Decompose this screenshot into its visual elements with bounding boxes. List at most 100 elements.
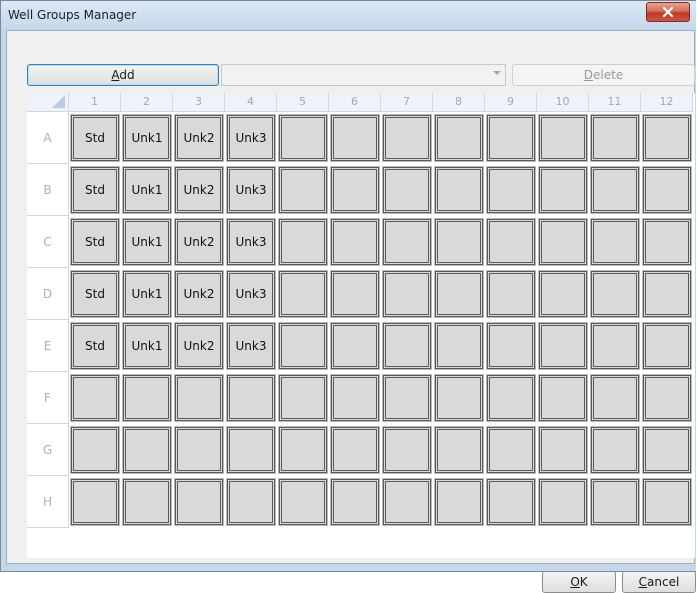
well-G5[interactable] <box>278 426 328 474</box>
well-G8[interactable] <box>434 426 484 474</box>
well-H5[interactable] <box>278 478 328 526</box>
well-E4[interactable]: Unk3 <box>226 322 276 370</box>
title-bar[interactable]: Well Groups Manager <box>1 1 696 31</box>
well-G10[interactable] <box>538 426 588 474</box>
well-E9[interactable] <box>486 322 536 370</box>
well-E11[interactable] <box>590 322 640 370</box>
well-B7[interactable] <box>382 166 432 214</box>
well-F6[interactable] <box>330 374 380 422</box>
well-A2[interactable]: Unk1 <box>122 114 172 162</box>
well-B6[interactable] <box>330 166 380 214</box>
well-B11[interactable] <box>590 166 640 214</box>
well-B10[interactable] <box>538 166 588 214</box>
well-A12[interactable] <box>642 114 692 162</box>
well-C7[interactable] <box>382 218 432 266</box>
delete-button[interactable]: Delete <box>512 64 695 86</box>
plate-corner-select-all[interactable] <box>27 93 69 112</box>
well-E10[interactable] <box>538 322 588 370</box>
column-header-10[interactable]: 10 <box>537 93 589 112</box>
close-button[interactable] <box>646 2 690 22</box>
well-F7[interactable] <box>382 374 432 422</box>
cancel-button[interactable]: Cancel <box>622 571 696 593</box>
well-F10[interactable] <box>538 374 588 422</box>
well-D8[interactable] <box>434 270 484 318</box>
well-A10[interactable] <box>538 114 588 162</box>
well-B12[interactable] <box>642 166 692 214</box>
well-F12[interactable] <box>642 374 692 422</box>
well-C1[interactable]: Std <box>70 218 120 266</box>
well-D7[interactable] <box>382 270 432 318</box>
well-C3[interactable]: Unk2 <box>174 218 224 266</box>
well-C5[interactable] <box>278 218 328 266</box>
well-B9[interactable] <box>486 166 536 214</box>
well-D6[interactable] <box>330 270 380 318</box>
row-header-B[interactable]: B <box>27 164 69 216</box>
well-E8[interactable] <box>434 322 484 370</box>
column-header-5[interactable]: 5 <box>277 93 329 112</box>
well-C6[interactable] <box>330 218 380 266</box>
well-D1[interactable]: Std <box>70 270 120 318</box>
well-A7[interactable] <box>382 114 432 162</box>
well-C8[interactable] <box>434 218 484 266</box>
well-E7[interactable] <box>382 322 432 370</box>
well-A3[interactable]: Unk2 <box>174 114 224 162</box>
well-F1[interactable] <box>70 374 120 422</box>
well-F2[interactable] <box>122 374 172 422</box>
column-header-6[interactable]: 6 <box>329 93 381 112</box>
well-E2[interactable]: Unk1 <box>122 322 172 370</box>
well-B5[interactable] <box>278 166 328 214</box>
well-H6[interactable] <box>330 478 380 526</box>
well-D11[interactable] <box>590 270 640 318</box>
column-header-9[interactable]: 9 <box>485 93 537 112</box>
well-G4[interactable] <box>226 426 276 474</box>
well-H1[interactable] <box>70 478 120 526</box>
well-A5[interactable] <box>278 114 328 162</box>
chevron-down-icon[interactable] <box>493 71 501 75</box>
well-G6[interactable] <box>330 426 380 474</box>
well-G11[interactable] <box>590 426 640 474</box>
well-E1[interactable]: Std <box>70 322 120 370</box>
row-header-E[interactable]: E <box>27 320 69 372</box>
well-H8[interactable] <box>434 478 484 526</box>
row-header-F[interactable]: F <box>27 372 69 424</box>
well-A1[interactable]: Std <box>70 114 120 162</box>
well-A11[interactable] <box>590 114 640 162</box>
column-header-8[interactable]: 8 <box>433 93 485 112</box>
well-G7[interactable] <box>382 426 432 474</box>
well-E6[interactable] <box>330 322 380 370</box>
ok-button[interactable]: OK <box>542 571 616 593</box>
well-C10[interactable] <box>538 218 588 266</box>
well-A9[interactable] <box>486 114 536 162</box>
well-G9[interactable] <box>486 426 536 474</box>
well-A6[interactable] <box>330 114 380 162</box>
row-header-A[interactable]: A <box>27 112 69 164</box>
well-F3[interactable] <box>174 374 224 422</box>
column-header-4[interactable]: 4 <box>225 93 277 112</box>
well-B3[interactable]: Unk2 <box>174 166 224 214</box>
well-H9[interactable] <box>486 478 536 526</box>
well-H11[interactable] <box>590 478 640 526</box>
row-header-H[interactable]: H <box>27 476 69 528</box>
well-G3[interactable] <box>174 426 224 474</box>
column-header-7[interactable]: 7 <box>381 93 433 112</box>
well-A4[interactable]: Unk3 <box>226 114 276 162</box>
column-header-11[interactable]: 11 <box>589 93 641 112</box>
well-D10[interactable] <box>538 270 588 318</box>
well-B1[interactable]: Std <box>70 166 120 214</box>
well-D2[interactable]: Unk1 <box>122 270 172 318</box>
well-H7[interactable] <box>382 478 432 526</box>
well-C9[interactable] <box>486 218 536 266</box>
well-D4[interactable]: Unk3 <box>226 270 276 318</box>
row-header-G[interactable]: G <box>27 424 69 476</box>
well-F11[interactable] <box>590 374 640 422</box>
well-H2[interactable] <box>122 478 172 526</box>
well-H4[interactable] <box>226 478 276 526</box>
well-G12[interactable] <box>642 426 692 474</box>
column-header-12[interactable]: 12 <box>641 93 693 112</box>
well-D9[interactable] <box>486 270 536 318</box>
well-F5[interactable] <box>278 374 328 422</box>
column-header-2[interactable]: 2 <box>121 93 173 112</box>
well-F9[interactable] <box>486 374 536 422</box>
well-D3[interactable]: Unk2 <box>174 270 224 318</box>
well-D5[interactable] <box>278 270 328 318</box>
